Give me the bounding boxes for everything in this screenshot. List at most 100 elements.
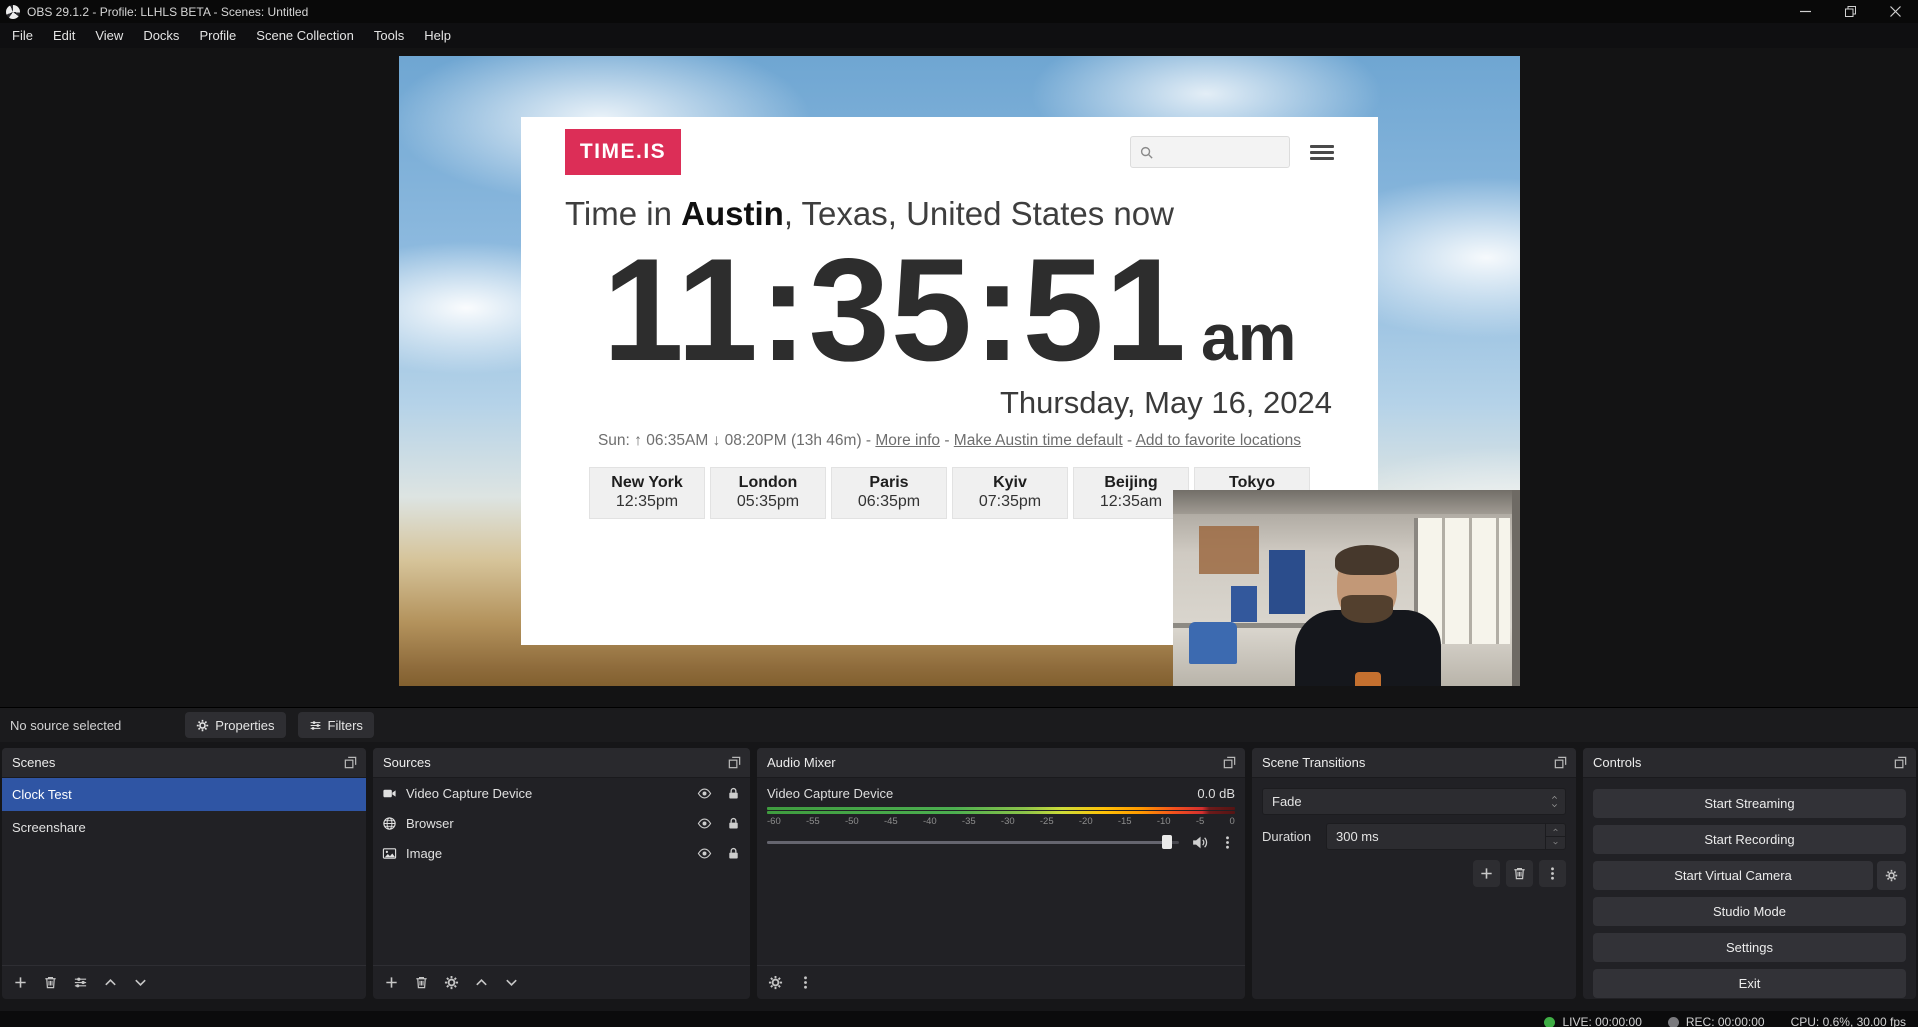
- exit-button[interactable]: Exit: [1593, 969, 1906, 998]
- scenes-list: Clock Test Screenshare: [2, 778, 366, 965]
- gear-icon: [1885, 869, 1898, 882]
- scene-item-screenshare[interactable]: Screenshare: [2, 811, 366, 844]
- volume-meter: [767, 807, 1235, 814]
- caption-buttons: [1783, 0, 1918, 23]
- properties-button[interactable]: Properties: [185, 712, 285, 738]
- person-shirt: [1355, 672, 1381, 686]
- mixer-channel: Video Capture Device 0.0 dB -60-55-50-45…: [757, 778, 1245, 965]
- volume-slider[interactable]: [767, 833, 1179, 851]
- source-item-browser[interactable]: Browser: [373, 808, 750, 838]
- duration-increment-button[interactable]: [1546, 824, 1565, 837]
- popout-icon[interactable]: [1222, 755, 1237, 770]
- transition-properties-button[interactable]: [1539, 860, 1566, 887]
- source-properties-button[interactable]: [444, 975, 459, 990]
- scene-filters-button[interactable]: [73, 975, 88, 990]
- menu-bar: File Edit View Docks Profile Scene Colle…: [0, 23, 1918, 48]
- minimize-button[interactable]: [1783, 0, 1828, 23]
- volume-slider-handle[interactable]: [1162, 835, 1172, 849]
- popout-icon[interactable]: [343, 755, 358, 770]
- sources-dock: Sources Video Capture Device Browser: [373, 748, 750, 999]
- controls-dock-header: Controls: [1583, 748, 1916, 778]
- menu-item-tools[interactable]: Tools: [364, 23, 414, 48]
- menu-item-file[interactable]: File: [2, 23, 43, 48]
- lock-icon[interactable]: [726, 786, 741, 801]
- add-scene-button[interactable]: [13, 975, 28, 990]
- hamburger-menu-icon: [1310, 145, 1334, 160]
- duration-decrement-button[interactable]: [1546, 837, 1565, 849]
- add-transition-button[interactable]: [1473, 860, 1500, 887]
- menu-item-docks[interactable]: Docks: [133, 23, 189, 48]
- duration-label: Duration: [1262, 829, 1311, 844]
- transitions-dock-title: Scene Transitions: [1262, 755, 1365, 770]
- transition-select[interactable]: Fade: [1262, 788, 1566, 815]
- city-tile: Paris06:35pm: [831, 467, 947, 519]
- move-source-up-button[interactable]: [474, 975, 489, 990]
- person-head: [1337, 548, 1397, 622]
- menu-item-edit[interactable]: Edit: [43, 23, 85, 48]
- city-tile: Kyiv07:35pm: [952, 467, 1068, 519]
- popout-icon[interactable]: [1893, 755, 1908, 770]
- start-recording-button[interactable]: Start Recording: [1593, 825, 1906, 854]
- lock-icon[interactable]: [726, 816, 741, 831]
- scenes-dock-header: Scenes: [2, 748, 366, 778]
- speaker-icon[interactable]: [1191, 834, 1208, 851]
- cpu-fps-stats: CPU: 0.6%, 30.00 fps: [1791, 1015, 1906, 1027]
- move-source-down-button[interactable]: [504, 975, 519, 990]
- search-icon: [1139, 145, 1154, 160]
- close-button[interactable]: [1873, 0, 1918, 23]
- remove-scene-button[interactable]: [43, 975, 58, 990]
- source-item-video-capture[interactable]: Video Capture Device: [373, 778, 750, 808]
- make-default-link: Make Austin time default: [954, 432, 1123, 449]
- menu-item-scene-collection[interactable]: Scene Collection: [246, 23, 364, 48]
- globe-icon: [382, 816, 397, 831]
- controls-dock-title: Controls: [1593, 755, 1641, 770]
- add-favorite-link: Add to favorite locations: [1136, 432, 1301, 449]
- scenes-toolbar: [2, 965, 366, 999]
- menu-item-view[interactable]: View: [85, 23, 133, 48]
- source-item-image[interactable]: Image: [373, 838, 750, 868]
- maximize-button[interactable]: [1828, 0, 1873, 23]
- city-tile: Beijing12:35am: [1073, 467, 1189, 519]
- menu-item-profile[interactable]: Profile: [189, 23, 246, 48]
- live-status: LIVE: 00:00:00: [1544, 1015, 1641, 1027]
- search-input: [1160, 144, 1270, 160]
- obs-window: OBS 29.1.2 - Profile: LLHLS BETA - Scene…: [0, 0, 1918, 1027]
- filters-button[interactable]: Filters: [298, 712, 374, 738]
- channel-menu-button[interactable]: [1220, 835, 1235, 850]
- city-tile: London05:35pm: [710, 467, 826, 519]
- preview-canvas[interactable]: TIME.IS Time in Austin, Texas, United St…: [399, 56, 1520, 686]
- menu-item-help[interactable]: Help: [414, 23, 461, 48]
- settings-button[interactable]: Settings: [1593, 933, 1906, 962]
- advanced-audio-button[interactable]: [768, 975, 783, 990]
- controls-dock: Controls Start Streaming Start Recording…: [1583, 748, 1916, 999]
- visibility-toggle-icon[interactable]: [697, 846, 712, 861]
- timeis-logo: TIME.IS: [565, 129, 681, 175]
- clock-meridiem: am: [1201, 299, 1296, 375]
- popout-icon[interactable]: [727, 755, 742, 770]
- remove-source-button[interactable]: [414, 975, 429, 990]
- virtual-camera-settings-button[interactable]: [1877, 861, 1906, 890]
- visibility-toggle-icon[interactable]: [697, 816, 712, 831]
- more-info-link: More info: [875, 432, 940, 449]
- move-scene-up-button[interactable]: [103, 975, 118, 990]
- office-chair: [1189, 622, 1237, 664]
- person-hair: [1335, 545, 1399, 575]
- add-source-button[interactable]: [384, 975, 399, 990]
- start-virtual-camera-button[interactable]: Start Virtual Camera: [1593, 861, 1873, 890]
- mixer-menu-button[interactable]: [798, 975, 813, 990]
- popout-icon[interactable]: [1553, 755, 1568, 770]
- start-streaming-button[interactable]: Start Streaming: [1593, 789, 1906, 818]
- person-beard: [1341, 595, 1393, 623]
- sources-dock-title: Sources: [383, 755, 431, 770]
- volume-level: 0.0 dB: [1197, 786, 1235, 801]
- lock-icon[interactable]: [726, 846, 741, 861]
- duration-spinbox[interactable]: 300 ms: [1326, 823, 1566, 850]
- move-scene-down-button[interactable]: [133, 975, 148, 990]
- timeis-clock: 11:35:51 am: [521, 237, 1378, 383]
- rec-status: REC: 00:00:00: [1668, 1015, 1765, 1027]
- scene-item-clock-test[interactable]: Clock Test: [2, 778, 366, 811]
- studio-mode-button[interactable]: Studio Mode: [1593, 897, 1906, 926]
- visibility-toggle-icon[interactable]: [697, 786, 712, 801]
- remove-transition-button[interactable]: [1506, 860, 1533, 887]
- image-icon: [382, 846, 397, 861]
